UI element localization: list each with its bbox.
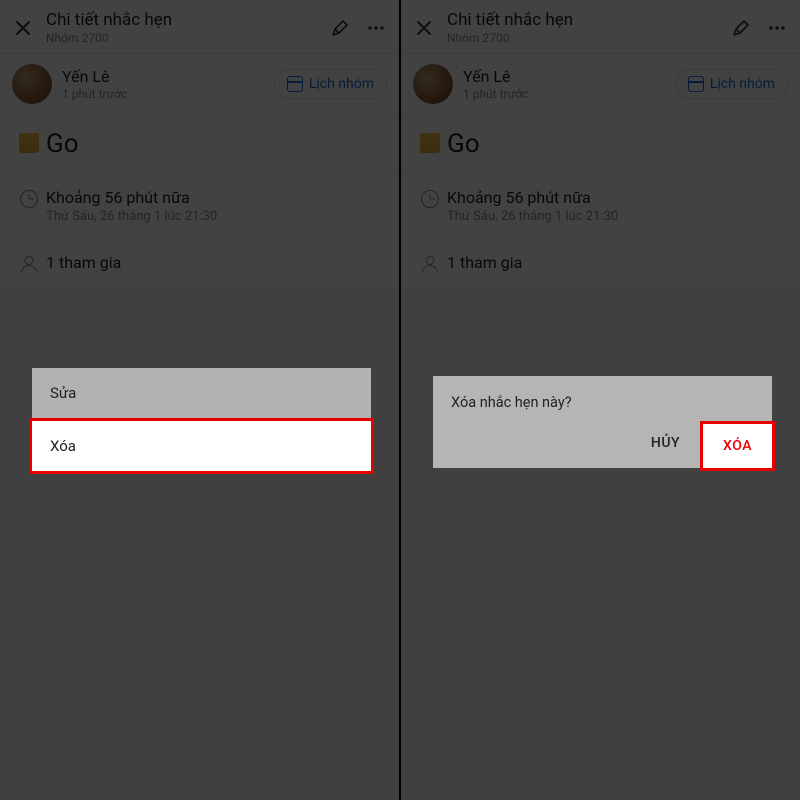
header-actions — [329, 17, 387, 39]
page-title: Chi tiết nhắc hẹn — [46, 10, 329, 30]
page-title: Chi tiết nhắc hẹn — [447, 10, 730, 30]
author-row: Yến Lê 1 phút trước Lịch nhóm — [401, 54, 800, 115]
title-block: Chi tiết nhắc hẹn Nhóm 2700 — [46, 10, 329, 45]
event-title: Go — [46, 129, 387, 159]
sheet-delete[interactable]: Xóa — [29, 418, 374, 474]
event-title-row: Go — [0, 115, 399, 174]
detail-list: Go Khoảng 56 phút nữa Thứ Sáu, 26 tháng … — [401, 115, 800, 287]
header-actions — [730, 17, 788, 39]
confirm-dialog: Xóa nhắc hẹn này? HỦY XÓA — [433, 376, 772, 468]
more-icon[interactable] — [766, 17, 788, 39]
chip-label: Lịch nhóm — [309, 76, 374, 92]
participants-label: 1 tham gia — [46, 253, 387, 272]
dialog-actions: HỦY XÓA — [433, 421, 772, 468]
header: Chi tiết nhắc hẹn Nhóm 2700 — [401, 0, 800, 54]
page-subtitle: Nhóm 2700 — [447, 31, 730, 45]
author-name: Yến Lê — [463, 67, 675, 86]
screenshot-right: Chi tiết nhắc hẹn Nhóm 2700 Yến Lê 1 phú… — [401, 0, 800, 800]
avatar — [413, 64, 453, 104]
time-relative: Khoảng 56 phút nữa — [46, 188, 387, 207]
person-icon — [421, 255, 439, 273]
page-subtitle: Nhóm 2700 — [46, 31, 329, 45]
time-absolute: Thứ Sáu, 26 tháng 1 lúc 21:30 — [447, 209, 788, 224]
more-icon[interactable] — [365, 17, 387, 39]
close-icon[interactable] — [12, 17, 34, 39]
author-time: 1 phút trước — [463, 87, 675, 101]
chip-label: Lịch nhóm — [710, 76, 775, 92]
event-title: Go — [447, 129, 788, 159]
event-title-row: Go — [401, 115, 800, 174]
beer-icon — [19, 131, 39, 153]
action-sheet: Sửa Xóa — [32, 368, 371, 471]
author-time: 1 phút trước — [62, 87, 274, 101]
author-row: Yến Lê 1 phút trước Lịch nhóm — [0, 54, 399, 115]
title-block: Chi tiết nhắc hẹn Nhóm 2700 — [447, 10, 730, 45]
participants-row: 1 tham gia — [401, 239, 800, 287]
calendar-icon — [688, 76, 704, 92]
dialog-message: Xóa nhắc hẹn này? — [433, 376, 772, 421]
group-calendar-chip[interactable]: Lịch nhóm — [675, 69, 788, 99]
participants-row: 1 tham gia — [0, 239, 399, 287]
confirm-delete-button[interactable]: XÓA — [700, 421, 775, 471]
clock-icon — [421, 190, 439, 208]
event-time-row: Khoảng 56 phút nữa Thứ Sáu, 26 tháng 1 l… — [0, 174, 399, 239]
sheet-edit[interactable]: Sửa — [32, 368, 371, 418]
person-icon — [20, 255, 38, 273]
calendar-icon — [287, 76, 303, 92]
edit-icon[interactable] — [329, 17, 351, 39]
header: Chi tiết nhắc hẹn Nhóm 2700 — [0, 0, 399, 54]
detail-list: Go Khoảng 56 phút nữa Thứ Sáu, 26 tháng … — [0, 115, 399, 287]
screenshot-left: Chi tiết nhắc hẹn Nhóm 2700 Yến Lê 1 phú… — [0, 0, 399, 800]
event-time-row: Khoảng 56 phút nữa Thứ Sáu, 26 tháng 1 l… — [401, 174, 800, 239]
participants-label: 1 tham gia — [447, 253, 788, 272]
group-calendar-chip[interactable]: Lịch nhóm — [274, 69, 387, 99]
clock-icon — [20, 190, 38, 208]
author-name: Yến Lê — [62, 67, 274, 86]
edit-icon[interactable] — [730, 17, 752, 39]
avatar — [12, 64, 52, 104]
time-absolute: Thứ Sáu, 26 tháng 1 lúc 21:30 — [46, 209, 387, 224]
time-relative: Khoảng 56 phút nữa — [447, 188, 788, 207]
close-icon[interactable] — [413, 17, 435, 39]
cancel-button[interactable]: HỦY — [631, 421, 700, 468]
beer-icon — [420, 131, 440, 153]
